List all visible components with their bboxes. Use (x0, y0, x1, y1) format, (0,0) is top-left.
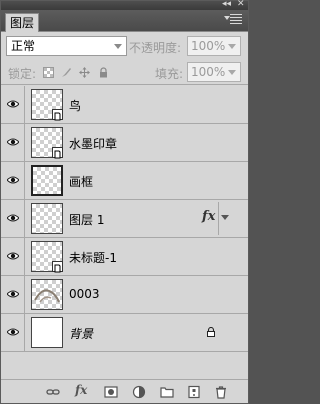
divider (218, 202, 219, 235)
artwork-icon (34, 289, 60, 303)
layer-row[interactable]: 0003 (1, 276, 248, 314)
layer-row[interactable]: 图层 1 fx (1, 200, 248, 238)
smart-object-icon (52, 261, 63, 273)
tab-bar: 图层 (1, 10, 248, 32)
fill-label: 填充: (155, 67, 184, 81)
chevron-down-icon (228, 44, 236, 49)
layers-toolbar: fx (1, 379, 248, 403)
layer-name: 背景 (69, 327, 94, 341)
eye-icon (7, 252, 19, 260)
layer-row[interactable]: 画框 (1, 162, 248, 200)
chevron-down-icon (228, 70, 236, 75)
visibility-toggle[interactable] (1, 124, 25, 161)
visibility-toggle[interactable] (1, 162, 25, 199)
smart-object-icon (52, 147, 63, 159)
opacity-field[interactable]: 100% (187, 36, 241, 56)
opacity-label: 不透明度: (129, 41, 182, 55)
tab-layers[interactable]: 图层 (5, 13, 39, 32)
layer-name: 水墨印章 (69, 137, 118, 151)
adjustment-layer-icon[interactable] (132, 385, 146, 399)
fill-value: 100% (191, 65, 226, 79)
panel-title-strip: ◂◂ ✕ (1, 0, 248, 10)
visibility-toggle[interactable] (1, 314, 25, 351)
smart-object-icon (52, 109, 63, 121)
chevron-down-icon (114, 44, 122, 49)
layer-row[interactable]: 水墨印章 (1, 124, 248, 162)
eye-icon (7, 290, 19, 298)
eye-icon (7, 176, 19, 184)
layer-row[interactable]: 未标题-1 (1, 238, 248, 276)
expand-effects-icon[interactable] (221, 215, 229, 220)
layer-row[interactable]: 背景 (1, 314, 248, 352)
eye-icon (7, 138, 19, 146)
layer-thumbnail[interactable] (31, 203, 63, 234)
new-group-icon[interactable] (160, 385, 174, 399)
fx-icon[interactable]: fx (75, 383, 89, 397)
visibility-toggle[interactable] (1, 86, 25, 123)
layer-thumbnail[interactable] (31, 89, 63, 121)
lock-image-pixels-icon[interactable] (61, 67, 72, 78)
list-empty-area (1, 352, 248, 372)
lock-label: 锁定: (8, 67, 37, 81)
layer-effects-badge[interactable]: fx (202, 209, 215, 224)
visibility-toggle[interactable] (1, 238, 25, 275)
blend-mode-value: 正常 (11, 39, 36, 53)
opacity-value: 100% (191, 39, 226, 53)
layer-row[interactable]: 鸟 (1, 86, 248, 124)
layer-thumbnail[interactable] (31, 127, 63, 159)
layer-name: 鸟 (69, 99, 82, 113)
layer-thumbnail[interactable] (31, 279, 63, 310)
blend-mode-select[interactable]: 正常 (6, 36, 127, 56)
visibility-toggle[interactable] (1, 276, 25, 313)
lock-row: 锁定: 填充: 100% (1, 59, 248, 85)
lock-transparency-icon[interactable] (43, 67, 54, 78)
layer-thumbnail[interactable] (31, 317, 63, 348)
blend-row: 正常 不透明度: 100% (1, 33, 248, 59)
add-mask-icon[interactable] (104, 385, 118, 399)
eye-icon (7, 328, 19, 336)
close-icon[interactable]: ✕ (237, 0, 245, 10)
visibility-toggle[interactable] (1, 200, 25, 237)
layer-thumbnail[interactable] (31, 241, 63, 273)
new-layer-icon[interactable] (187, 385, 201, 399)
link-layers-icon[interactable] (46, 385, 60, 399)
layer-thumbnail[interactable] (31, 165, 63, 196)
lock-position-icon[interactable] (79, 67, 90, 78)
layer-lock-icon (207, 327, 215, 337)
layer-name: 未标题-1 (69, 251, 117, 265)
lock-all-icon[interactable] (98, 67, 109, 78)
layer-name: 图层 1 (69, 213, 105, 227)
panel-menu-icon[interactable] (224, 14, 242, 26)
fill-field[interactable]: 100% (187, 62, 241, 82)
layers-panel: ◂◂ ✕ 图层 正常 不透明度: 100% 锁定: 填充: 100% 鸟 水墨印… (0, 0, 249, 404)
layer-name: 画框 (69, 175, 94, 189)
collapse-icon[interactable]: ◂◂ (222, 0, 231, 10)
eye-icon (7, 100, 19, 108)
delete-layer-icon[interactable] (214, 385, 228, 399)
layer-name: 0003 (69, 287, 100, 301)
layers-list: 鸟 水墨印章 画框 图层 1 fx 未标题-1 0003 背景 (1, 86, 248, 373)
eye-icon (7, 214, 19, 222)
